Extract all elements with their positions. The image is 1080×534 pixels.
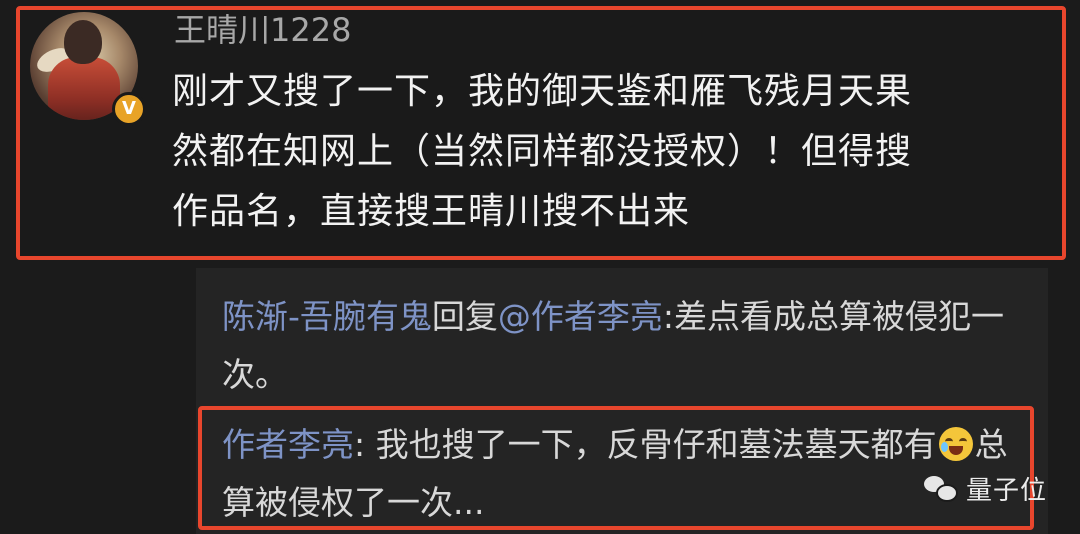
wechat-icon xyxy=(924,474,958,502)
avatar-robe xyxy=(48,57,120,120)
laugh-cry-emoji-icon xyxy=(938,427,973,461)
avatar-head xyxy=(64,20,102,64)
emoji-mouth xyxy=(948,446,963,455)
reply-text: : 我也搜了一下，反骨仔和墓法墓天都有 xyxy=(354,425,937,464)
reply-item: 陈渐-吾腕有鬼回复@作者李亮:差点看成总算被侵犯一次。 xyxy=(222,288,1030,404)
verified-badge-icon: V xyxy=(112,92,146,126)
watermark-label: 量子位 xyxy=(966,475,1048,506)
comment-line: 作品名，直接搜王晴川搜不出来 xyxy=(172,191,691,232)
username[interactable]: 王晴川1228 xyxy=(174,10,351,50)
reply-author-link[interactable]: 陈渐-吾腕有鬼 xyxy=(222,297,432,336)
comment-text: 刚才又搜了一下，我的御天鉴和雁飞残月天果 然都在知网上（当然同样都没授权）！但得… xyxy=(172,62,1036,242)
reply-item: 作者李亮: 我也搜了一下，反骨仔和墓法墓天都有 总算被侵权了一次... xyxy=(222,416,1022,532)
wechat-bubble-small xyxy=(936,484,958,502)
reply-author-link[interactable]: 作者李亮 xyxy=(222,425,354,464)
reply-connector: 回复 xyxy=(431,297,498,336)
comment-line: 然都在知网上（当然同样都没授权）！但得搜 xyxy=(172,131,913,172)
comment-line: 刚才又搜了一下，我的御天鉴和雁飞残月天果 xyxy=(172,71,913,112)
reply-mention-link[interactable]: @作者李亮 xyxy=(498,297,663,336)
watermark: 量子位 xyxy=(924,468,1047,508)
emoji-tear xyxy=(940,442,948,452)
